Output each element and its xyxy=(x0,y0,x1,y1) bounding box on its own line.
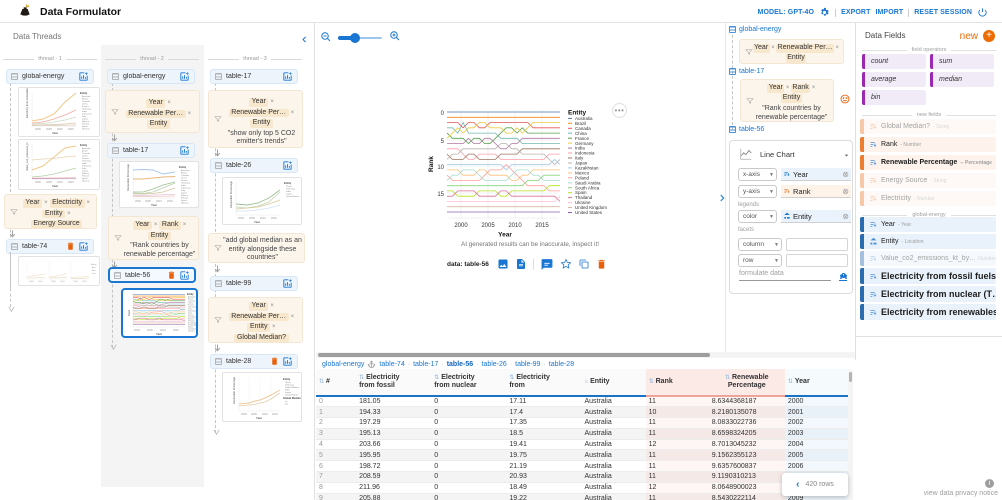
svg-text:Entity: Entity xyxy=(179,165,187,169)
svg-text:Ukraine: Ukraine xyxy=(181,202,189,205)
svg-text:2010: 2010 xyxy=(260,216,266,220)
svg-text:Rank: Rank xyxy=(127,309,131,316)
svg-text:Renewable Percentage: Renewable Percentage xyxy=(232,376,236,404)
svg-text:2010: 2010 xyxy=(57,127,63,131)
svg-text:2015: 2015 xyxy=(271,216,277,220)
svg-text:2000: 2000 xyxy=(241,412,247,416)
svg-text:2010: 2010 xyxy=(60,281,66,283)
svg-text:Year: Year xyxy=(52,184,59,188)
svg-text:Ukraine: Ukraine xyxy=(188,331,196,333)
svg-text:Ukraine: Ukraine xyxy=(82,180,90,183)
svg-text:15: 15 xyxy=(437,192,444,198)
svg-text:Renewable Percentage: Renewable Percentage xyxy=(229,180,233,208)
svg-text:Entity: Entity xyxy=(284,181,292,185)
svg-text:2015: 2015 xyxy=(167,199,173,203)
svg-text:Renewable Percentage: Renewable Percentage xyxy=(126,163,130,191)
svg-text:2005: 2005 xyxy=(147,328,153,332)
svg-text:2000: 2000 xyxy=(29,281,35,283)
svg-text:Electricity from renewables (T: Electricity from renewables (T) xyxy=(25,88,29,118)
svg-text:2000: 2000 xyxy=(238,216,244,220)
svg-text:Value_co2_emissions_kt: Value_co2_emissions_kt xyxy=(25,142,29,171)
svg-text:2015: 2015 xyxy=(535,223,549,229)
svg-text:2015: 2015 xyxy=(173,328,179,332)
svg-text:2000: 2000 xyxy=(135,199,141,203)
svg-text:2000: 2000 xyxy=(35,180,41,184)
svg-text:Entity: Entity xyxy=(80,143,88,147)
svg-text:2010: 2010 xyxy=(57,180,63,184)
svg-text:2010: 2010 xyxy=(508,223,522,229)
svg-text:2010: 2010 xyxy=(262,412,268,416)
svg-text:Entity: Entity xyxy=(91,263,97,266)
svg-text:2015: 2015 xyxy=(272,412,278,416)
svg-text:2000: 2000 xyxy=(73,281,79,283)
svg-text:Bra: Bra xyxy=(92,269,96,272)
svg-text:Rank: Rank xyxy=(428,156,435,172)
svg-text:Year: Year xyxy=(156,332,163,336)
svg-text:United States: United States xyxy=(286,195,300,198)
svg-text:2010: 2010 xyxy=(38,281,44,283)
svg-text:Year: Year xyxy=(256,416,263,420)
svg-text:2010: 2010 xyxy=(82,281,88,283)
svg-text:Year: Year xyxy=(52,131,59,135)
svg-text:United States: United States xyxy=(575,210,603,215)
svg-text:Entity: Entity xyxy=(80,91,88,95)
svg-text:Aus: Aus xyxy=(92,266,97,269)
svg-text:Can: Can xyxy=(92,273,97,275)
svg-text:yes: yes xyxy=(285,404,289,406)
svg-text:0: 0 xyxy=(441,111,445,117)
svg-text:2015: 2015 xyxy=(68,180,74,184)
svg-text:2010: 2010 xyxy=(156,199,162,203)
svg-text:Year: Year xyxy=(254,220,261,224)
svg-text:2000: 2000 xyxy=(134,328,140,332)
svg-text:Global Median?: Global Median? xyxy=(283,396,301,400)
svg-text:5: 5 xyxy=(441,139,445,145)
svg-text:2000: 2000 xyxy=(35,127,41,131)
svg-text:10: 10 xyxy=(437,165,444,171)
svg-text:Year: Year xyxy=(498,232,512,239)
svg-text:Ukraine: Ukraine xyxy=(82,128,90,131)
svg-text:2015: 2015 xyxy=(68,127,74,131)
svg-text:Year: Year xyxy=(151,203,158,207)
svg-text:Entity: Entity xyxy=(283,377,291,381)
svg-text:2005: 2005 xyxy=(481,223,495,229)
svg-text:2000: 2000 xyxy=(454,223,468,229)
svg-text:2000: 2000 xyxy=(51,281,57,283)
